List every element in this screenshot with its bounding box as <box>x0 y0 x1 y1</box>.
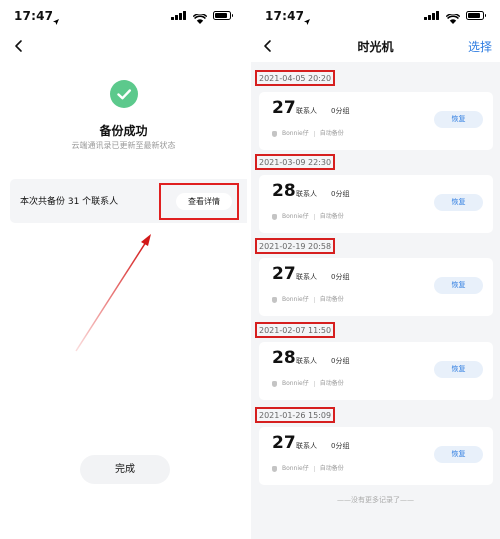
select-button[interactable]: 选择 <box>468 38 492 55</box>
apple-icon <box>272 380 277 387</box>
apple-icon <box>272 465 277 472</box>
backup-meta: Bonnie仔 自动备份 <box>272 213 344 221</box>
no-more-records: ——没有更多记录了—— <box>337 496 414 504</box>
contact-count: 27 <box>272 98 296 118</box>
page-title: 时光机 <box>357 40 394 54</box>
backup-meta: Bonnie仔 自动备份 <box>272 380 344 388</box>
backup-date: 2021-02-07 11:50 <box>259 326 332 335</box>
backup-mode: 自动备份 <box>319 213 344 220</box>
restore-button[interactable]: 恢复 <box>434 361 483 378</box>
backup-card: 27 联系人 0分组 Bonnie仔 自动备份 恢复 <box>259 258 493 316</box>
backup-meta: Bonnie仔 自动备份 <box>272 465 344 473</box>
group-count: 0分组 <box>331 357 350 365</box>
backup-date: 2021-02-19 20:58 <box>259 242 332 251</box>
group-count: 0分组 <box>331 273 350 281</box>
contact-count-unit: 联系人 <box>296 107 317 115</box>
battery-icon <box>466 11 486 20</box>
status-time: 17:47 <box>265 9 305 23</box>
backup-mode: 自动备份 <box>319 380 344 387</box>
backup-card: 27 联系人 0分组 Bonnie仔 自动备份 恢复 <box>259 92 493 150</box>
backup-mode: 自动备份 <box>319 296 344 303</box>
backup-date: 2021-03-09 22:30 <box>259 158 332 167</box>
contact-count-unit: 联系人 <box>296 442 317 450</box>
group-count: 0分组 <box>331 190 350 198</box>
apple-icon <box>272 130 277 137</box>
backup-date: 2021-04-05 20:20 <box>259 74 332 83</box>
right-screen: 17:47 时光机 选择 2021-04-05 20:20 27 联系人 0分组… <box>251 0 500 539</box>
apple-icon <box>272 213 277 220</box>
backup-meta: Bonnie仔 自动备份 <box>272 130 344 138</box>
backup-card: 27 联系人 0分组 Bonnie仔 自动备份 恢复 <box>259 427 493 485</box>
device-name: Bonnie仔 <box>282 130 309 137</box>
contact-count: 27 <box>272 264 296 284</box>
wifi-icon <box>445 10 461 29</box>
device-name: Bonnie仔 <box>282 380 309 387</box>
contact-count: 28 <box>272 181 296 201</box>
cellular-signal-icon <box>424 17 427 20</box>
contact-count: 27 <box>272 433 296 453</box>
contact-count-unit: 联系人 <box>296 273 317 281</box>
backup-meta: Bonnie仔 自动备份 <box>272 296 344 304</box>
group-count: 0分组 <box>331 442 350 450</box>
backup-mode: 自动备份 <box>319 130 344 137</box>
backup-date: 2021-01-26 15:09 <box>259 411 332 420</box>
group-count: 0分组 <box>331 107 350 115</box>
device-name: Bonnie仔 <box>282 296 309 303</box>
apple-icon <box>272 296 277 303</box>
contact-count: 28 <box>272 348 296 368</box>
backup-mode: 自动备份 <box>319 465 344 472</box>
contact-count-unit: 联系人 <box>296 357 317 365</box>
backup-card: 28 联系人 0分组 Bonnie仔 自动备份 恢复 <box>259 175 493 233</box>
device-name: Bonnie仔 <box>282 213 309 220</box>
backup-card: 28 联系人 0分组 Bonnie仔 自动备份 恢复 <box>259 342 493 400</box>
restore-button[interactable]: 恢复 <box>434 446 483 463</box>
left-screen: 17:47 备份成功 云端通讯录已更新至最新状态 本次共备份 31 个联系人 查… <box>0 0 247 539</box>
restore-button[interactable]: 恢复 <box>434 194 483 211</box>
status-bar: 17:47 <box>251 0 500 30</box>
restore-button[interactable]: 恢复 <box>434 111 483 128</box>
restore-button[interactable]: 恢复 <box>434 277 483 294</box>
done-button[interactable]: 完成 <box>80 455 170 484</box>
location-icon <box>303 11 311 30</box>
device-name: Bonnie仔 <box>282 465 309 472</box>
contact-count-unit: 联系人 <box>296 190 317 198</box>
